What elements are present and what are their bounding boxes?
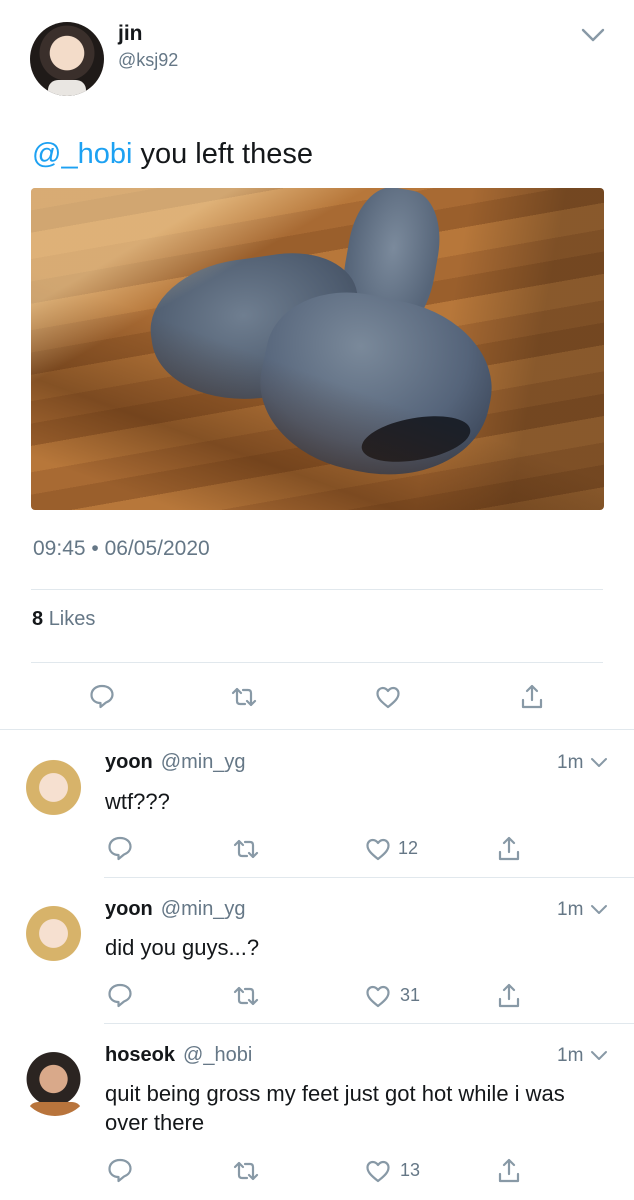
reply-time: 1m — [557, 752, 584, 773]
author-name[interactable]: jin — [118, 22, 143, 46]
reply-time: 1m — [557, 899, 584, 920]
retweet-icon[interactable] — [232, 835, 260, 863]
chevron-down-icon[interactable] — [580, 22, 606, 48]
author-handle[interactable]: @ksj92 — [118, 50, 178, 71]
reply-text: did you guys...? — [105, 935, 260, 960]
reply-author-name[interactable]: hoseok @_hobi — [105, 1044, 252, 1067]
reply-author-handle[interactable]: @_hobi — [183, 1044, 252, 1066]
like-icon[interactable] — [364, 982, 392, 1010]
reply-icon[interactable] — [106, 1156, 134, 1184]
reply-icon[interactable] — [106, 981, 134, 1009]
share-icon[interactable] — [518, 683, 546, 711]
reply-text: quit being gross my feet just got hot wh… — [105, 1081, 565, 1135]
share-icon[interactable] — [495, 835, 523, 863]
like-count: 31 — [400, 985, 421, 1005]
like-count: 13 — [400, 1160, 421, 1180]
divider — [31, 589, 603, 590]
chevron-down-icon[interactable] — [589, 753, 609, 773]
divider — [104, 877, 634, 878]
retweet-icon[interactable] — [230, 683, 258, 711]
likes-count: 8 — [32, 608, 44, 630]
like-icon[interactable] — [374, 683, 402, 711]
retweet-icon[interactable] — [232, 1157, 260, 1185]
like-count: 12 — [398, 838, 419, 858]
chevron-down-icon[interactable] — [589, 900, 609, 920]
divider — [104, 1023, 634, 1024]
tweet-body: you left these — [132, 138, 313, 170]
share-icon[interactable] — [495, 982, 523, 1010]
reply-author-handle[interactable]: @min_yg — [161, 898, 246, 920]
likes-summary[interactable]: 8 Likes — [32, 608, 95, 631]
author-avatar[interactable] — [30, 22, 104, 96]
tweet-photo[interactable] — [31, 188, 604, 510]
divider — [31, 662, 603, 663]
reply-author-name[interactable]: yoon @min_yg — [105, 751, 246, 774]
reply-text: wtf??? — [105, 789, 170, 814]
like-icon[interactable] — [364, 835, 392, 863]
reply-avatar[interactable] — [18, 895, 92, 969]
reply-time: 1m — [557, 1045, 584, 1066]
reply-avatar[interactable] — [18, 1042, 92, 1116]
reply-icon[interactable] — [88, 682, 116, 710]
share-icon[interactable] — [495, 1157, 523, 1185]
reply-avatar[interactable] — [18, 749, 92, 823]
likes-label: Likes — [48, 608, 96, 630]
reply-author-name[interactable]: yoon @min_yg — [105, 898, 246, 921]
reply-icon[interactable] — [106, 834, 134, 862]
tweet-timestamp: 09:45 • 06/05/2020 — [33, 537, 210, 560]
like-icon[interactable] — [364, 1157, 392, 1185]
chevron-down-icon[interactable] — [589, 1046, 609, 1066]
mention-link[interactable]: @_hobi — [32, 138, 132, 170]
reply-author-handle[interactable]: @min_yg — [161, 751, 246, 773]
retweet-icon[interactable] — [232, 982, 260, 1010]
divider — [0, 729, 634, 730]
tweet-text: @_hobi you left these — [32, 138, 313, 171]
